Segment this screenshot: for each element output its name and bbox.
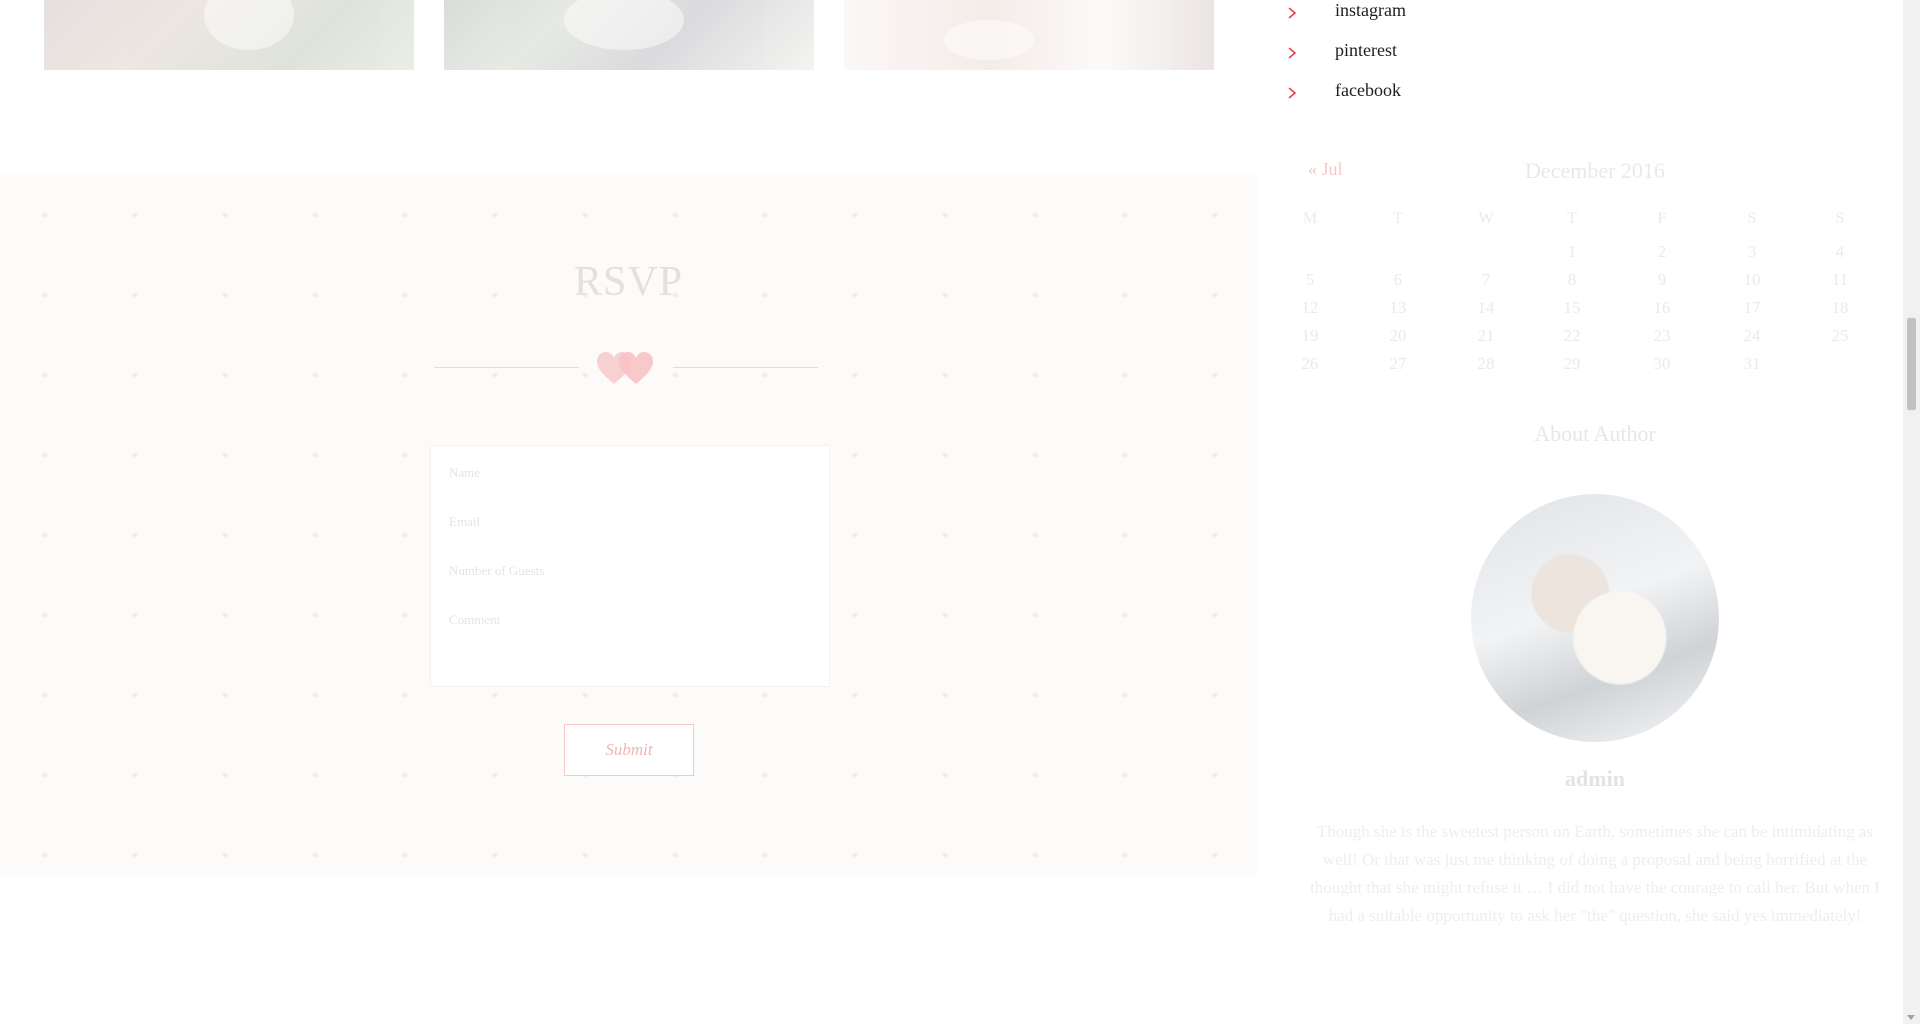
calendar-day: 29 <box>1563 354 1581 373</box>
calendar-day: 8 <box>1567 270 1577 289</box>
calendar-day: 6 <box>1393 270 1403 289</box>
gallery-photo-2[interactable] <box>444 0 814 70</box>
calendar-grid: M T W T F S S 1 2 3 4 5 6 7 8 9 10 11 12 13 14 15 16 17 18 19 20 21… <box>1290 210 1890 382</box>
chevron-right-icon <box>1288 47 1297 59</box>
chevron-right-icon <box>1288 87 1297 99</box>
calendar-day: 23 <box>1653 326 1671 345</box>
calendar-day: 27 <box>1389 354 1407 373</box>
calendar-day: 20 <box>1389 326 1407 345</box>
calendar-day: 15 <box>1563 298 1581 317</box>
calendar-weekday: T <box>1393 210 1403 227</box>
calendar-day: 3 <box>1747 242 1757 261</box>
page-scrollbar[interactable] <box>1903 0 1920 1024</box>
calendar-day: 31 <box>1743 354 1761 373</box>
rsvp-title: RSVP <box>573 259 684 305</box>
calendar-day: 25 <box>1831 326 1849 345</box>
calendar-week-row: 26 27 28 29 30 31 <box>1290 354 1890 382</box>
gallery-photo-3[interactable] <box>844 0 1214 70</box>
calendar-weekday: T <box>1567 210 1577 227</box>
scrollbar-thumb[interactable] <box>1907 318 1916 410</box>
social-link-facebook[interactable]: facebook <box>1335 80 1401 101</box>
email-field[interactable] <box>449 497 809 546</box>
divider-line-left <box>434 367 579 368</box>
calendar-day: 4 <box>1835 242 1845 261</box>
calendar-day: 1 <box>1567 242 1577 261</box>
calendar-caption: December 2016 <box>1525 158 1665 183</box>
about-author-title: About Author <box>1534 421 1656 446</box>
calendar-week-row: 5 6 7 8 9 10 11 <box>1290 270 1890 298</box>
calendar-day: 12 <box>1301 298 1319 317</box>
calendar-weekday: M <box>1302 210 1318 227</box>
calendar-weekday: F <box>1657 210 1667 227</box>
calendar-weekday: S <box>1747 210 1757 227</box>
calendar-day: 17 <box>1743 298 1761 317</box>
calendar-day: 26 <box>1301 354 1319 373</box>
calendar-day: 11 <box>1831 270 1849 289</box>
calendar-day: 22 <box>1563 326 1581 345</box>
guests-field[interactable] <box>449 546 809 595</box>
calendar-day: 30 <box>1653 354 1671 373</box>
calendar-day: 7 <box>1481 270 1491 289</box>
calendar-weekday: S <box>1835 210 1845 227</box>
calendar-day: 18 <box>1831 298 1849 317</box>
rsvp-section: RSVP Submit <box>0 175 1257 875</box>
social-link-instagram[interactable]: instagram <box>1335 0 1406 21</box>
calendar-day: 10 <box>1743 270 1761 289</box>
social-link-pinterest[interactable]: pinterest <box>1335 40 1397 61</box>
submit-button[interactable]: Submit <box>564 724 694 776</box>
calendar-day: 28 <box>1477 354 1495 373</box>
calendar-day: 2 <box>1657 242 1667 261</box>
chevron-right-icon <box>1288 7 1297 19</box>
calendar-day: 14 <box>1477 298 1495 317</box>
name-field[interactable] <box>449 448 809 497</box>
calendar-day: 13 <box>1389 298 1407 317</box>
calendar-day: 16 <box>1653 298 1671 317</box>
gallery-photo-1[interactable] <box>44 0 414 70</box>
calendar-week-row: 1 2 3 4 <box>1290 242 1890 270</box>
hearts-icon <box>597 352 653 384</box>
author-name[interactable]: admin <box>1290 766 1900 792</box>
author-avatar <box>1471 494 1719 742</box>
comment-field[interactable] <box>449 595 809 672</box>
calendar-prev-link[interactable]: « Jul <box>1308 159 1343 180</box>
calendar-day: 5 <box>1305 270 1315 289</box>
calendar-week-row: 19 20 21 22 23 24 25 <box>1290 326 1890 354</box>
calendar-day: 21 <box>1477 326 1495 345</box>
scroll-down-arrow-icon[interactable] <box>1907 1015 1915 1020</box>
calendar-weekday: W <box>1478 210 1494 227</box>
calendar-weekday-row: MTWTFSS <box>1290 210 1890 242</box>
calendar-day: 24 <box>1743 326 1761 345</box>
calendar-week-row: 12 13 14 15 16 17 18 <box>1290 298 1890 326</box>
calendar-day: 9 <box>1657 270 1667 289</box>
divider-line-right <box>673 367 818 368</box>
author-bio: Though she is the sweetest person on Ear… <box>1310 822 1880 925</box>
calendar-day: 19 <box>1301 326 1319 345</box>
rsvp-form <box>430 445 830 687</box>
